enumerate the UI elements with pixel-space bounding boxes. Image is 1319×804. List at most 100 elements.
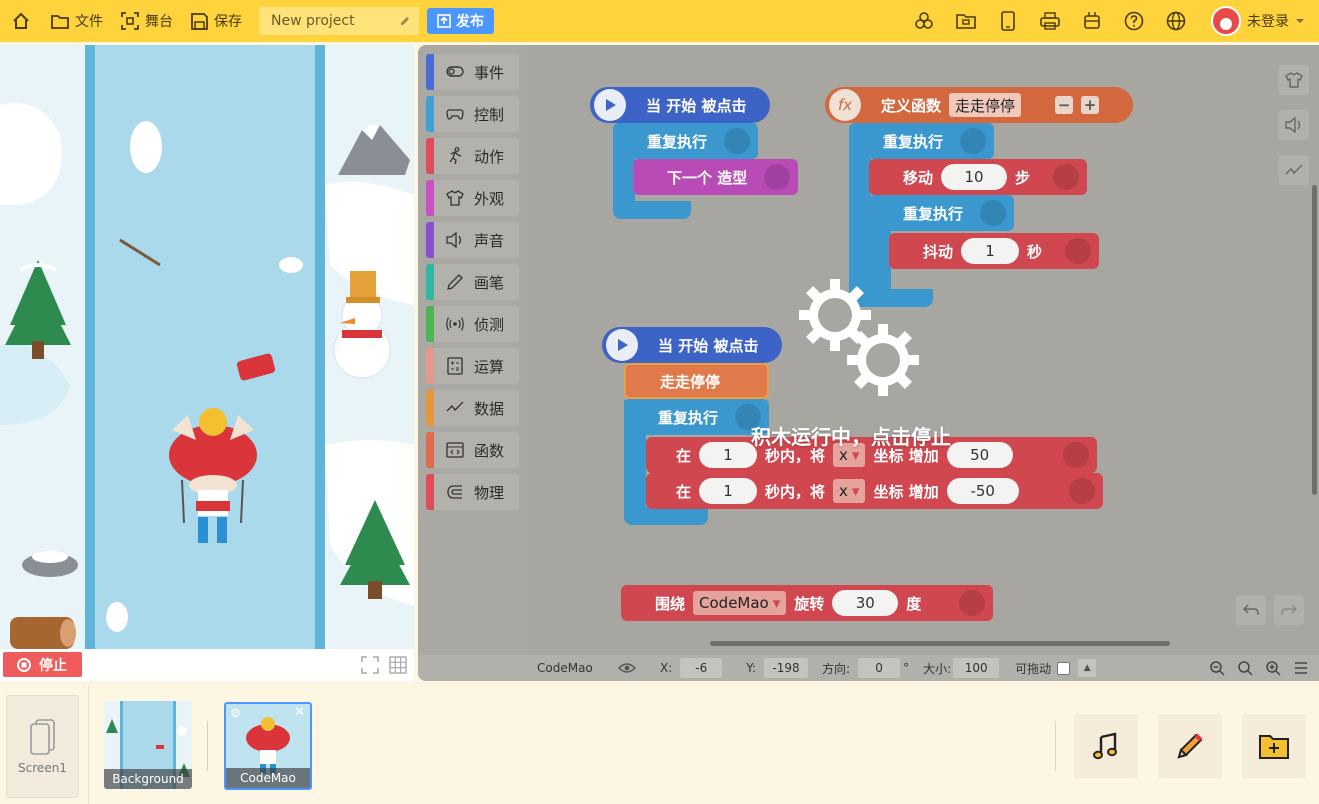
category-pen[interactable]: 画笔 — [426, 264, 519, 300]
language-button[interactable] — [1155, 0, 1197, 42]
home-button[interactable] — [0, 6, 42, 36]
when-start-hat-block[interactable]: 当 开始 被点击 — [602, 327, 782, 363]
project-name: New project — [271, 13, 355, 29]
stage-icon — [121, 12, 139, 30]
stage-canvas[interactable] — [0, 45, 414, 649]
category-gamepad[interactable]: 控制 — [426, 96, 519, 132]
device-button[interactable] — [987, 0, 1029, 42]
eye-icon[interactable] — [618, 662, 636, 674]
user-menu[interactable]: 未登录 — [1211, 6, 1305, 36]
robot-button[interactable] — [1071, 0, 1113, 42]
horizontal-scrollbar[interactable] — [710, 641, 1170, 646]
category-runner[interactable]: 动作 — [426, 138, 519, 174]
glide-change-x-block[interactable]: 在 1 秒内，将 x ▾ 坐标 增加 -50 — [646, 473, 1103, 509]
y-input[interactable]: -198 — [764, 658, 809, 678]
pencil-icon — [1177, 733, 1203, 759]
when-start-hat-block[interactable]: 当 开始 被点击 — [590, 87, 770, 123]
repeat-forever-block[interactable]: 重复执行 — [613, 123, 758, 159]
costume-panel-button[interactable] — [1279, 65, 1309, 95]
toggle-icon — [446, 66, 464, 77]
rotate-value-input[interactable]: 30 — [832, 590, 899, 616]
glide-seconds-input[interactable]: 1 — [699, 442, 758, 468]
gear-icon[interactable]: ⚙ — [230, 706, 241, 720]
vertical-scrollbar[interactable] — [1312, 185, 1317, 495]
grid-toggle-button[interactable] — [386, 653, 410, 677]
add-sound-button[interactable] — [1074, 714, 1138, 778]
help-button[interactable] — [1113, 0, 1155, 42]
rotate-around-block[interactable]: 围绕 CodeMao ▾ 旋转 30 度 — [621, 585, 993, 621]
paint-sprite-button[interactable] — [1158, 714, 1222, 778]
divider — [88, 686, 89, 804]
sound-panel-button[interactable] — [1279, 110, 1309, 140]
category-code[interactable]: 函数 — [426, 432, 519, 468]
category-graph[interactable]: 数据 — [426, 390, 519, 426]
category-sensor[interactable]: 侦测 — [426, 306, 519, 342]
block-editor: 事件控制动作外观声音画笔侦测运算数据函数物理 当 开始 被点击 重复执行 下一个… — [418, 45, 1319, 681]
define-function-block[interactable]: fx 定义函数 走走停停 − + — [825, 87, 1133, 123]
sprite-panel: Screen1 Background ⚙ ✕ CodeMao — [0, 686, 1319, 804]
category-color-swatch — [426, 474, 434, 510]
direction-input[interactable]: 0 — [858, 658, 901, 678]
glide-in-label: 在 — [676, 446, 692, 465]
category-color-swatch — [426, 180, 434, 216]
category-magnet[interactable]: 物理 — [426, 474, 519, 510]
add-param-button[interactable]: + — [1081, 96, 1100, 114]
change-value-input[interactable]: 50 — [946, 442, 1013, 468]
upload-sprite-button[interactable] — [1242, 714, 1306, 778]
repeat-label: 重复执行 — [647, 132, 708, 151]
call-function-block[interactable]: 走走停停 — [624, 363, 769, 399]
zoom-in-button[interactable] — [1261, 657, 1285, 679]
repeat-forever-block[interactable]: 重复执行 — [869, 195, 1014, 231]
shake-seconds-input[interactable]: 1 — [961, 238, 1020, 264]
size-input[interactable]: 100 — [953, 658, 1000, 678]
variable-panel-button[interactable] — [1279, 155, 1309, 185]
draggable-checkbox[interactable] — [1057, 661, 1071, 675]
screen-tile[interactable]: Screen1 — [6, 695, 79, 798]
save-button[interactable]: 保存 — [182, 6, 251, 36]
project-name-field[interactable]: New project — [259, 7, 419, 35]
function-name-field[interactable]: 走走停停 — [949, 93, 1022, 117]
next-costume-block[interactable]: 下一个 造型 — [633, 159, 798, 195]
move-steps-block[interactable]: 移动 10 步 — [869, 159, 1087, 195]
glide-in-label: 在 — [676, 482, 692, 501]
axis-dropdown[interactable]: x ▾ — [833, 479, 866, 503]
glide-seconds-input[interactable]: 1 — [699, 478, 758, 504]
stop-button[interactable]: 停止 — [3, 652, 82, 677]
define-label: 定义函数 — [881, 96, 942, 115]
x-input[interactable]: -6 — [680, 658, 723, 678]
change-value-input[interactable]: -50 — [946, 478, 1019, 504]
steps-input[interactable]: 10 — [941, 164, 1008, 190]
rotate-target-dropdown[interactable]: CodeMao ▾ — [693, 591, 787, 615]
category-speaker[interactable]: 声音 — [426, 222, 519, 258]
category-calculator[interactable]: 运算 — [426, 348, 519, 384]
running-status-message[interactable]: 积木运行中，点击停止 — [751, 421, 951, 450]
remove-param-button[interactable]: − — [1055, 96, 1074, 114]
shake-block[interactable]: 抖动 1 秒 — [889, 233, 1099, 269]
divider — [1055, 721, 1056, 771]
publish-button[interactable]: 发布 — [427, 8, 494, 34]
menu-button[interactable] — [1289, 657, 1313, 679]
category-toggle[interactable]: 事件 — [426, 54, 519, 90]
extensions-button[interactable] — [903, 0, 945, 42]
calculator-icon — [447, 357, 463, 375]
stage-menu-button[interactable]: 舞台 — [112, 6, 182, 36]
print-button[interactable] — [1029, 0, 1071, 42]
category-shirt[interactable]: 外观 — [426, 180, 519, 216]
redo-button[interactable] — [1274, 595, 1304, 625]
repeat-forever-block[interactable]: 重复执行 — [624, 399, 769, 435]
assets-button[interactable] — [945, 0, 987, 42]
fullscreen-button[interactable] — [358, 653, 382, 677]
repeat-forever-block[interactable]: 重复执行 — [849, 123, 994, 159]
hat-label: 当 开始 被点击 — [658, 336, 759, 355]
close-icon[interactable]: ✕ — [294, 705, 305, 720]
zoom-reset-button[interactable] — [1233, 657, 1257, 679]
codemao-sprite-tile[interactable]: ⚙ ✕ CodeMao — [224, 702, 312, 790]
zoom-out-button[interactable] — [1205, 657, 1229, 679]
stage-controls: 停止 — [0, 649, 414, 681]
background-sprite-tile[interactable]: Background — [104, 701, 192, 789]
block-workspace[interactable]: 当 开始 被点击 重复执行 下一个 造型 fx 定义函数 走走停停 − + 重复… — [528, 45, 1319, 655]
file-menu-button[interactable]: 文件 — [42, 6, 112, 36]
zoom-in-icon — [1266, 661, 1281, 676]
expand-up-button[interactable]: ▲ — [1078, 659, 1097, 677]
undo-button[interactable] — [1236, 595, 1266, 625]
